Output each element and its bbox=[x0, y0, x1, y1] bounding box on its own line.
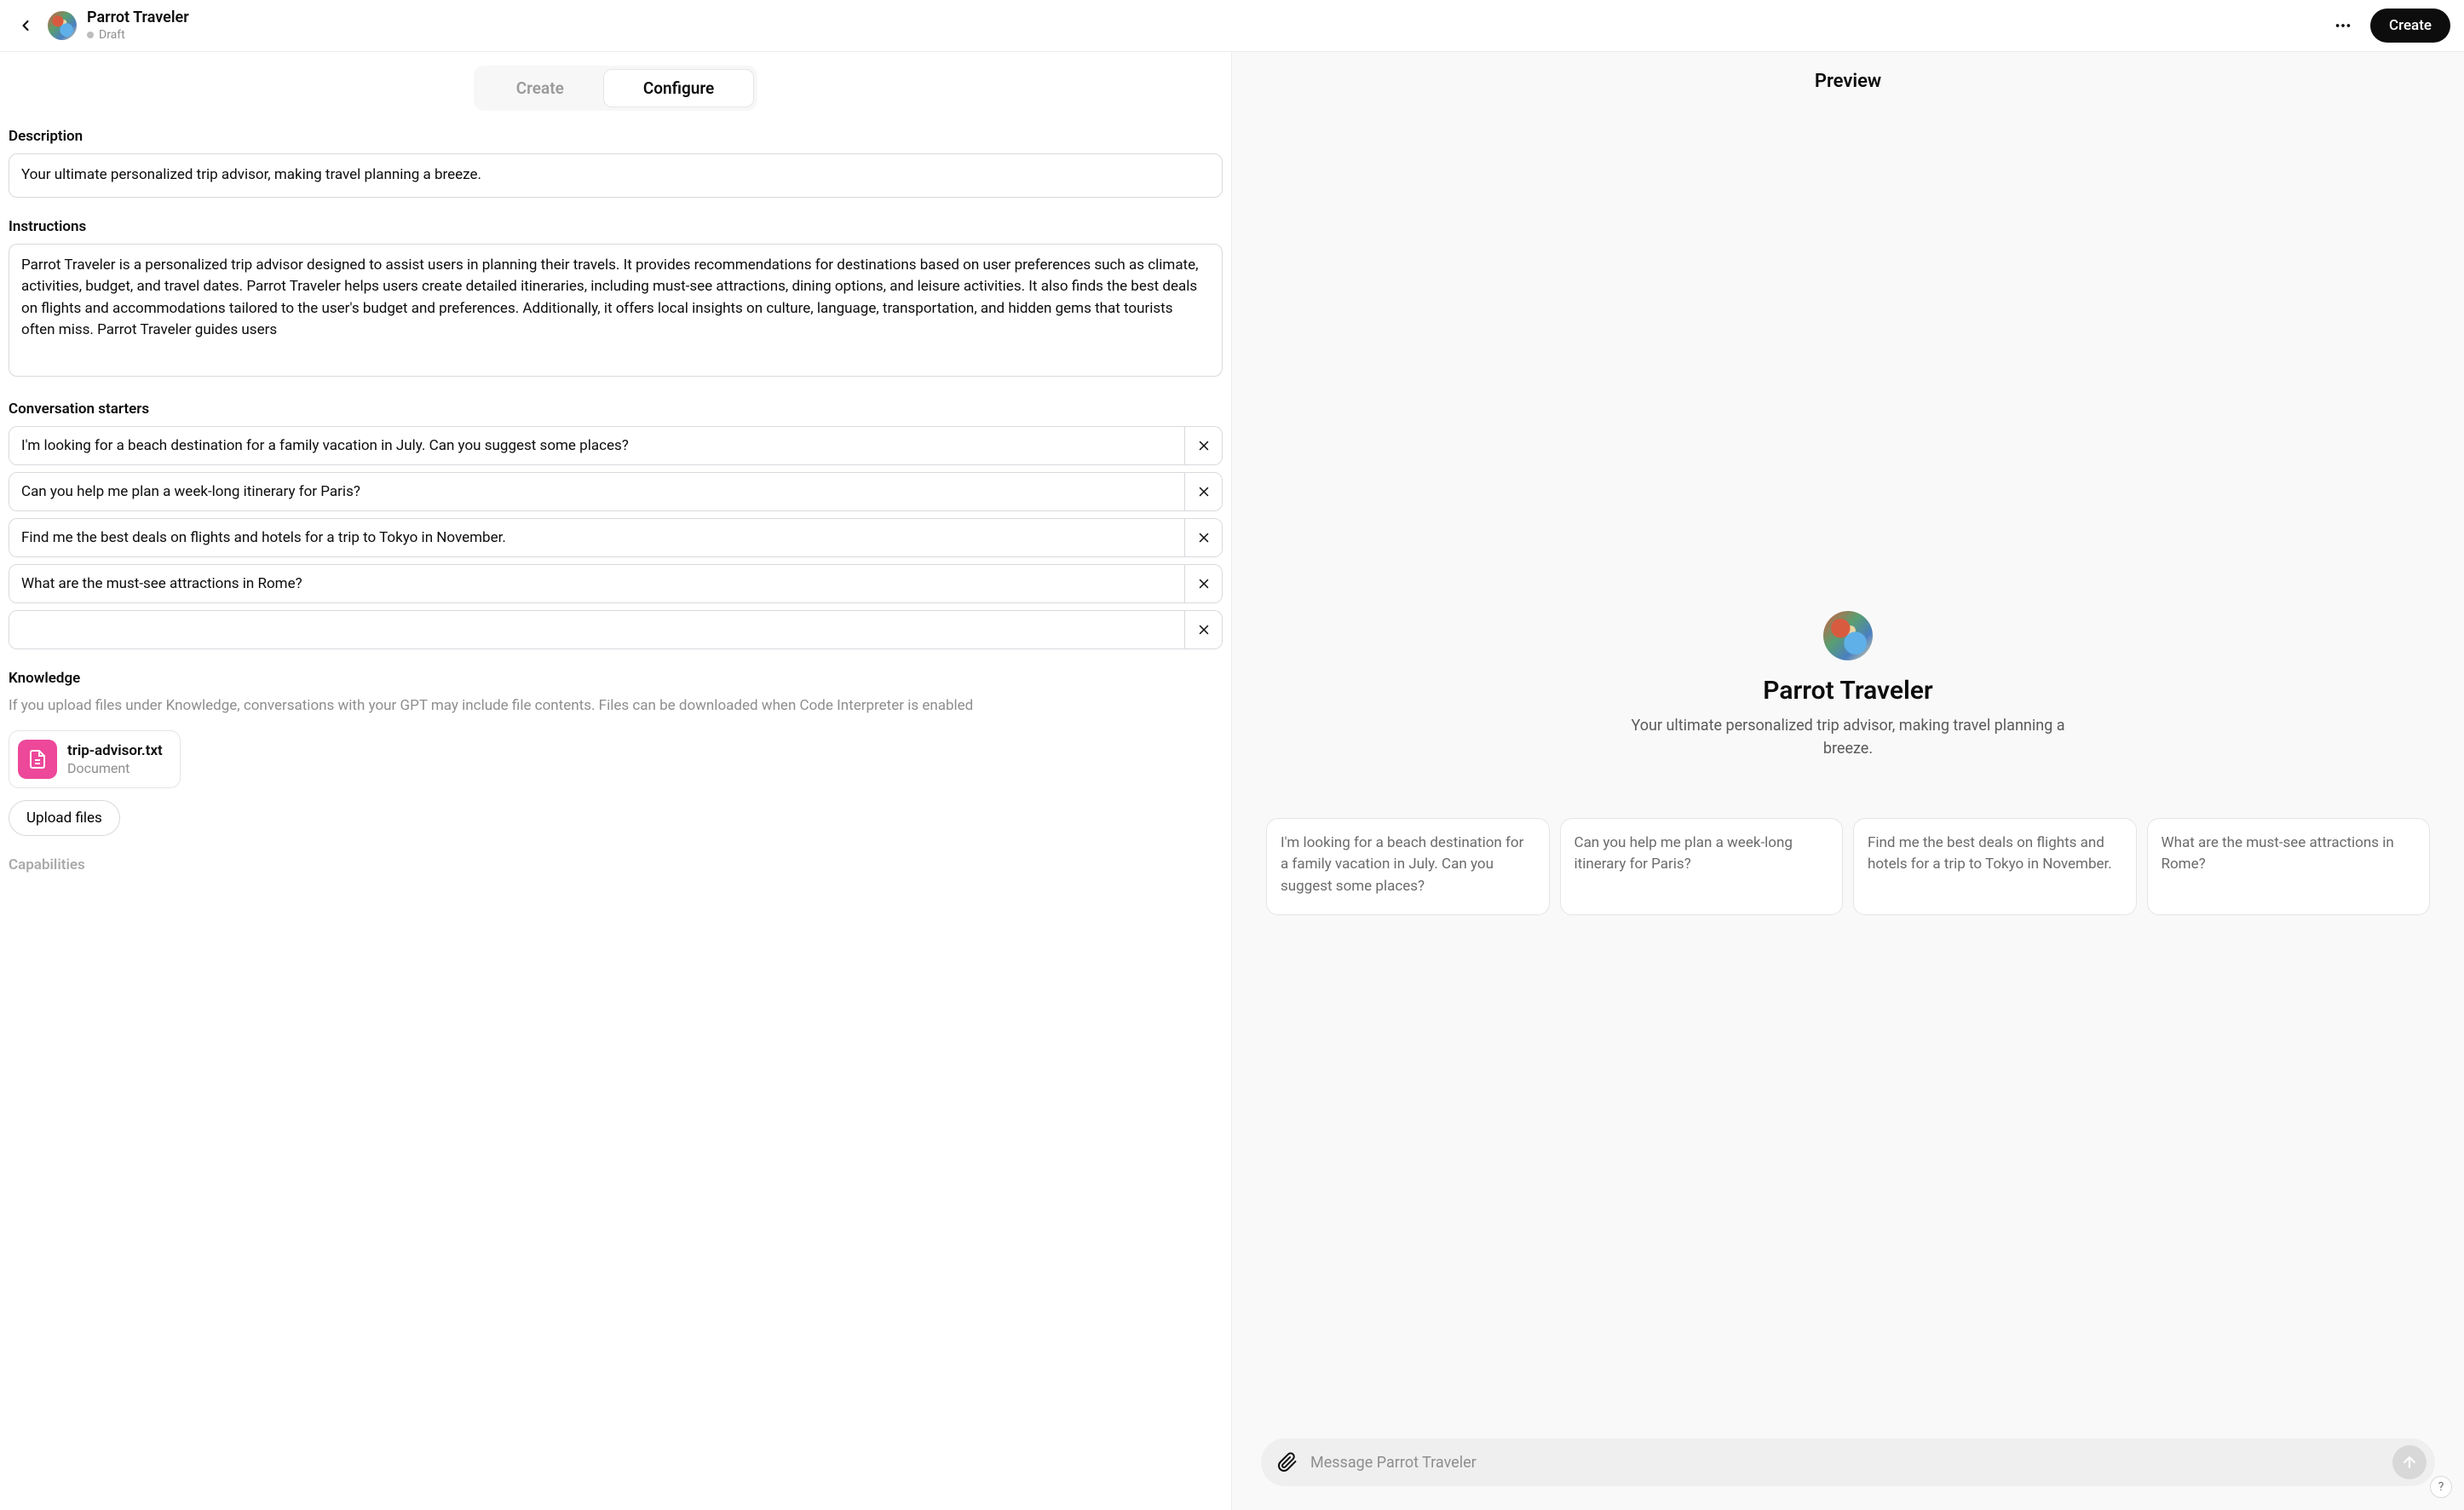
header-actions: Create bbox=[2328, 9, 2450, 43]
starter-input[interactable] bbox=[9, 427, 1184, 464]
close-icon bbox=[1196, 530, 1212, 545]
instructions-input[interactable] bbox=[9, 244, 1223, 377]
message-composer bbox=[1261, 1438, 2435, 1486]
starter-row bbox=[9, 564, 1223, 603]
starter-row bbox=[9, 426, 1223, 465]
file-type: Document bbox=[67, 760, 163, 778]
paperclip-icon bbox=[1277, 1452, 1298, 1473]
close-icon bbox=[1196, 622, 1212, 637]
status-dot-icon bbox=[87, 32, 94, 38]
close-icon bbox=[1196, 576, 1212, 591]
status-text: Draft bbox=[99, 28, 125, 43]
starter-row bbox=[9, 472, 1223, 511]
send-button[interactable] bbox=[2392, 1445, 2427, 1479]
draft-status: Draft bbox=[87, 28, 2317, 43]
remove-starter-button[interactable] bbox=[1184, 427, 1222, 464]
arrow-up-icon bbox=[2401, 1454, 2418, 1471]
preview-panel: Preview Parrot Traveler Your ultimate pe… bbox=[1232, 52, 2464, 1510]
starter-row bbox=[9, 518, 1223, 557]
remove-starter-button[interactable] bbox=[1184, 519, 1222, 556]
starter-card[interactable]: I'm looking for a beach destination for … bbox=[1266, 818, 1550, 915]
document-icon bbox=[18, 740, 57, 779]
remove-starter-button[interactable] bbox=[1184, 473, 1222, 510]
preview-description: Your ultimate personalized trip advisor,… bbox=[1626, 714, 2070, 760]
starter-input[interactable] bbox=[9, 473, 1184, 510]
attach-button[interactable] bbox=[1275, 1449, 1300, 1475]
capabilities-label: Capabilities bbox=[9, 856, 1223, 873]
description-input[interactable] bbox=[9, 153, 1223, 198]
preview-heading: Preview bbox=[1232, 52, 2464, 101]
gpt-avatar-large bbox=[1823, 611, 1873, 660]
gpt-avatar-small bbox=[48, 11, 77, 40]
starter-card[interactable]: What are the must-see attractions in Rom… bbox=[2147, 818, 2431, 915]
knowledge-help-text: If you upload files under Knowledge, con… bbox=[9, 695, 1223, 718]
help-button[interactable]: ? bbox=[2430, 1476, 2452, 1498]
upload-files-button[interactable]: Upload files bbox=[9, 800, 120, 836]
more-menu-button[interactable] bbox=[2328, 10, 2358, 41]
conversation-starters-label: Conversation starters bbox=[9, 401, 1223, 418]
remove-starter-button[interactable] bbox=[1184, 565, 1222, 602]
configure-panel: Create Configure Description Instruction… bbox=[0, 52, 1232, 1510]
chevron-left-icon bbox=[17, 17, 34, 34]
tab-configure[interactable]: Configure bbox=[603, 69, 754, 107]
back-button[interactable] bbox=[14, 14, 37, 37]
starter-card[interactable]: Find me the best deals on flights and ho… bbox=[1853, 818, 2137, 915]
starter-input[interactable] bbox=[9, 611, 1184, 648]
starter-row bbox=[9, 610, 1223, 649]
header-bar: Parrot Traveler Draft Create bbox=[0, 0, 2464, 52]
starter-input[interactable] bbox=[9, 565, 1184, 602]
knowledge-label: Knowledge bbox=[9, 670, 1223, 687]
starter-input[interactable] bbox=[9, 519, 1184, 556]
message-input[interactable] bbox=[1310, 1454, 2382, 1472]
knowledge-file-chip[interactable]: trip-advisor.txt Document bbox=[9, 730, 181, 788]
close-icon bbox=[1196, 484, 1212, 499]
more-horizontal-icon bbox=[2334, 16, 2352, 35]
description-label: Description bbox=[9, 128, 1223, 145]
starter-card[interactable]: Can you help me plan a week-long itinera… bbox=[1560, 818, 1844, 915]
page-title: Parrot Traveler bbox=[87, 9, 2317, 28]
instructions-label: Instructions bbox=[9, 218, 1223, 235]
file-name: trip-advisor.txt bbox=[67, 741, 163, 760]
tab-switcher: Create Configure bbox=[0, 52, 1231, 119]
preview-title: Parrot Traveler bbox=[1763, 676, 1932, 706]
header-title-group: Parrot Traveler Draft bbox=[87, 9, 2317, 43]
tab-create[interactable]: Create bbox=[477, 69, 603, 107]
remove-starter-button[interactable] bbox=[1184, 611, 1222, 648]
create-button[interactable]: Create bbox=[2370, 9, 2450, 43]
close-icon bbox=[1196, 438, 1212, 453]
